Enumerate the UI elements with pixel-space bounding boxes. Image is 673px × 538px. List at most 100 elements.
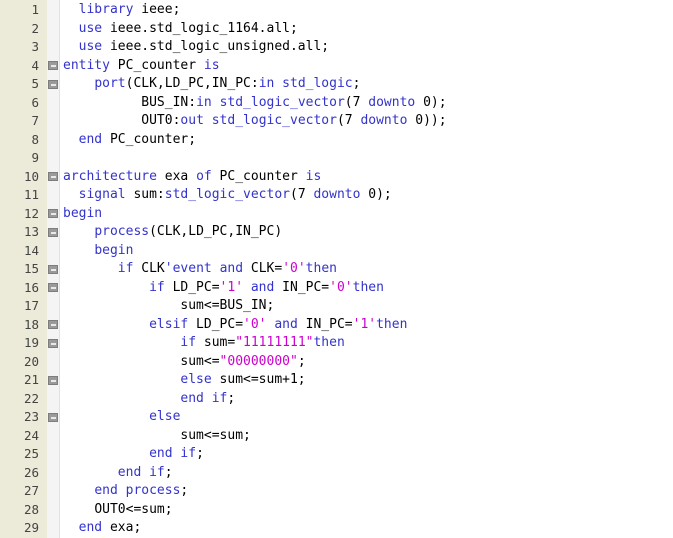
code-line[interactable]: signal sum:std_logic_vector(7 downto 0); <box>63 186 673 205</box>
code-token-id: PC_counter <box>109 57 204 73</box>
code-token-kw: end if <box>180 390 228 406</box>
collapse-minus-icon[interactable] <box>48 412 58 422</box>
code-line[interactable]: begin <box>63 205 673 224</box>
code-line[interactable]: OUT0<=sum; <box>63 501 673 520</box>
fold-toggle[interactable] <box>47 371 59 390</box>
code-line[interactable]: elsif LD_PC='0' and IN_PC='1'then <box>63 316 673 335</box>
code-token-kw: begin <box>94 242 134 258</box>
code-line[interactable]: end if; <box>63 445 673 464</box>
code-line[interactable]: entity PC_counter is <box>63 57 673 76</box>
collapse-minus-icon[interactable] <box>48 227 58 237</box>
fold-cell-empty <box>47 390 59 409</box>
code-token-id: 0); <box>415 94 447 110</box>
code-content-area[interactable]: library ieee; use ieee.std_logic_1164.al… <box>60 0 673 538</box>
code-editor[interactable]: 1 2 3 4 5 6 7 8 9 10 11 12 13 14 15 16 17 18 19 20 21 22 23 24 2… <box>0 0 673 538</box>
code-token-kw: process <box>94 224 150 240</box>
code-token-kw: of <box>196 168 212 184</box>
code-line[interactable]: process(CLK,LD_PC,IN_PC) <box>63 223 673 242</box>
code-line[interactable]: OUT0:out std_logic_vector(7 downto 0)); <box>63 112 673 131</box>
line-number: 23 <box>23 409 39 425</box>
code-line[interactable]: sum<=BUS_IN; <box>63 297 673 316</box>
fold-toggle[interactable] <box>47 260 59 279</box>
code-line[interactable]: begin <box>63 242 673 261</box>
collapse-minus-icon[interactable] <box>48 338 58 348</box>
code-token-kw: entity <box>63 57 110 73</box>
code-line[interactable]: use ieee.std_logic_unsigned.all; <box>63 38 673 57</box>
code-token-kw: library <box>78 2 134 17</box>
code-token-pl: ; <box>289 20 298 36</box>
code-token-kw: is <box>305 168 322 184</box>
code-line[interactable]: end if; <box>63 390 673 409</box>
code-token-kw: in <box>258 76 275 92</box>
code-token-lit: '0' <box>282 261 306 277</box>
code-line[interactable]: use ieee.std_logic_1164.all; <box>63 20 673 39</box>
line-number: 29 <box>23 520 39 536</box>
line-number: 16 <box>23 279 39 295</box>
code-line[interactable]: end PC_counter; <box>63 131 673 150</box>
fold-marker-column[interactable] <box>47 0 60 538</box>
code-token-lit: '1' <box>219 279 244 295</box>
code-line[interactable]: architecture exa of PC_counter is <box>63 168 673 187</box>
code-line[interactable]: sum<=sum; <box>63 427 673 446</box>
fold-toggle[interactable] <box>47 223 59 242</box>
fold-toggle[interactable] <box>47 316 59 335</box>
fold-toggle[interactable] <box>47 57 59 76</box>
fold-cell-empty <box>47 94 59 113</box>
code-token-id: OUT0: <box>141 113 181 129</box>
line-number: 18 <box>23 316 39 332</box>
code-token-kw: std_logic_vector <box>164 187 290 203</box>
code-line[interactable]: if LD_PC='1' and IN_PC='0'then <box>63 279 673 298</box>
code-token-pl: ; <box>227 390 236 406</box>
code-line[interactable] <box>63 149 673 168</box>
collapse-minus-icon[interactable] <box>48 209 58 219</box>
collapse-minus-icon[interactable] <box>48 283 58 293</box>
collapse-minus-icon[interactable] <box>48 264 58 274</box>
code-line[interactable]: sum<="00000000"; <box>63 353 673 372</box>
code-token-kw: is <box>203 57 220 73</box>
code-token-id: ieee.std_logic_1164.all <box>109 20 290 36</box>
line-number: 26 <box>23 464 39 480</box>
collapse-minus-icon[interactable] <box>48 79 58 89</box>
fold-toggle[interactable] <box>47 334 59 353</box>
code-line[interactable]: library ieee; <box>63 1 673 20</box>
code-token-pl: ; <box>180 483 189 499</box>
code-token-id: sum<= <box>180 353 220 369</box>
code-line[interactable]: else sum<=sum+1; <box>63 371 673 390</box>
line-number: 1 <box>31 2 39 17</box>
code-token-kw: std_logic <box>282 76 353 92</box>
line-number: 22 <box>23 390 39 406</box>
code-line[interactable]: port(CLK,LD_PC,IN_PC:in std_logic; <box>63 75 673 94</box>
code-line[interactable]: if sum="11111111"then <box>63 334 673 353</box>
line-number: 3 <box>31 39 39 55</box>
code-line[interactable]: BUS_IN:in std_logic_vector(7 downto 0); <box>63 94 673 113</box>
collapse-minus-icon[interactable] <box>48 61 58 71</box>
code-line[interactable]: if CLK'event and CLK='0'then <box>63 260 673 279</box>
code-token-kw: then <box>352 279 384 295</box>
collapse-minus-icon[interactable] <box>48 320 58 330</box>
fold-toggle[interactable] <box>47 168 59 187</box>
collapse-minus-icon[interactable] <box>48 172 58 182</box>
line-number: 24 <box>23 427 39 443</box>
code-line[interactable]: end exa; <box>63 519 673 538</box>
code-token-kw: port <box>94 76 126 92</box>
fold-cell-empty <box>47 20 59 39</box>
fold-toggle[interactable] <box>47 205 59 224</box>
collapse-minus-icon[interactable] <box>48 375 58 385</box>
fold-cell-empty <box>47 297 59 316</box>
fold-toggle[interactable] <box>47 75 59 94</box>
code-line[interactable]: else <box>63 408 673 427</box>
fold-toggle[interactable] <box>47 279 59 298</box>
code-line[interactable]: end if; <box>63 464 673 483</box>
code-token-kw: 'event <box>164 261 212 277</box>
code-line[interactable]: end process; <box>63 482 673 501</box>
fold-toggle[interactable] <box>47 408 59 427</box>
